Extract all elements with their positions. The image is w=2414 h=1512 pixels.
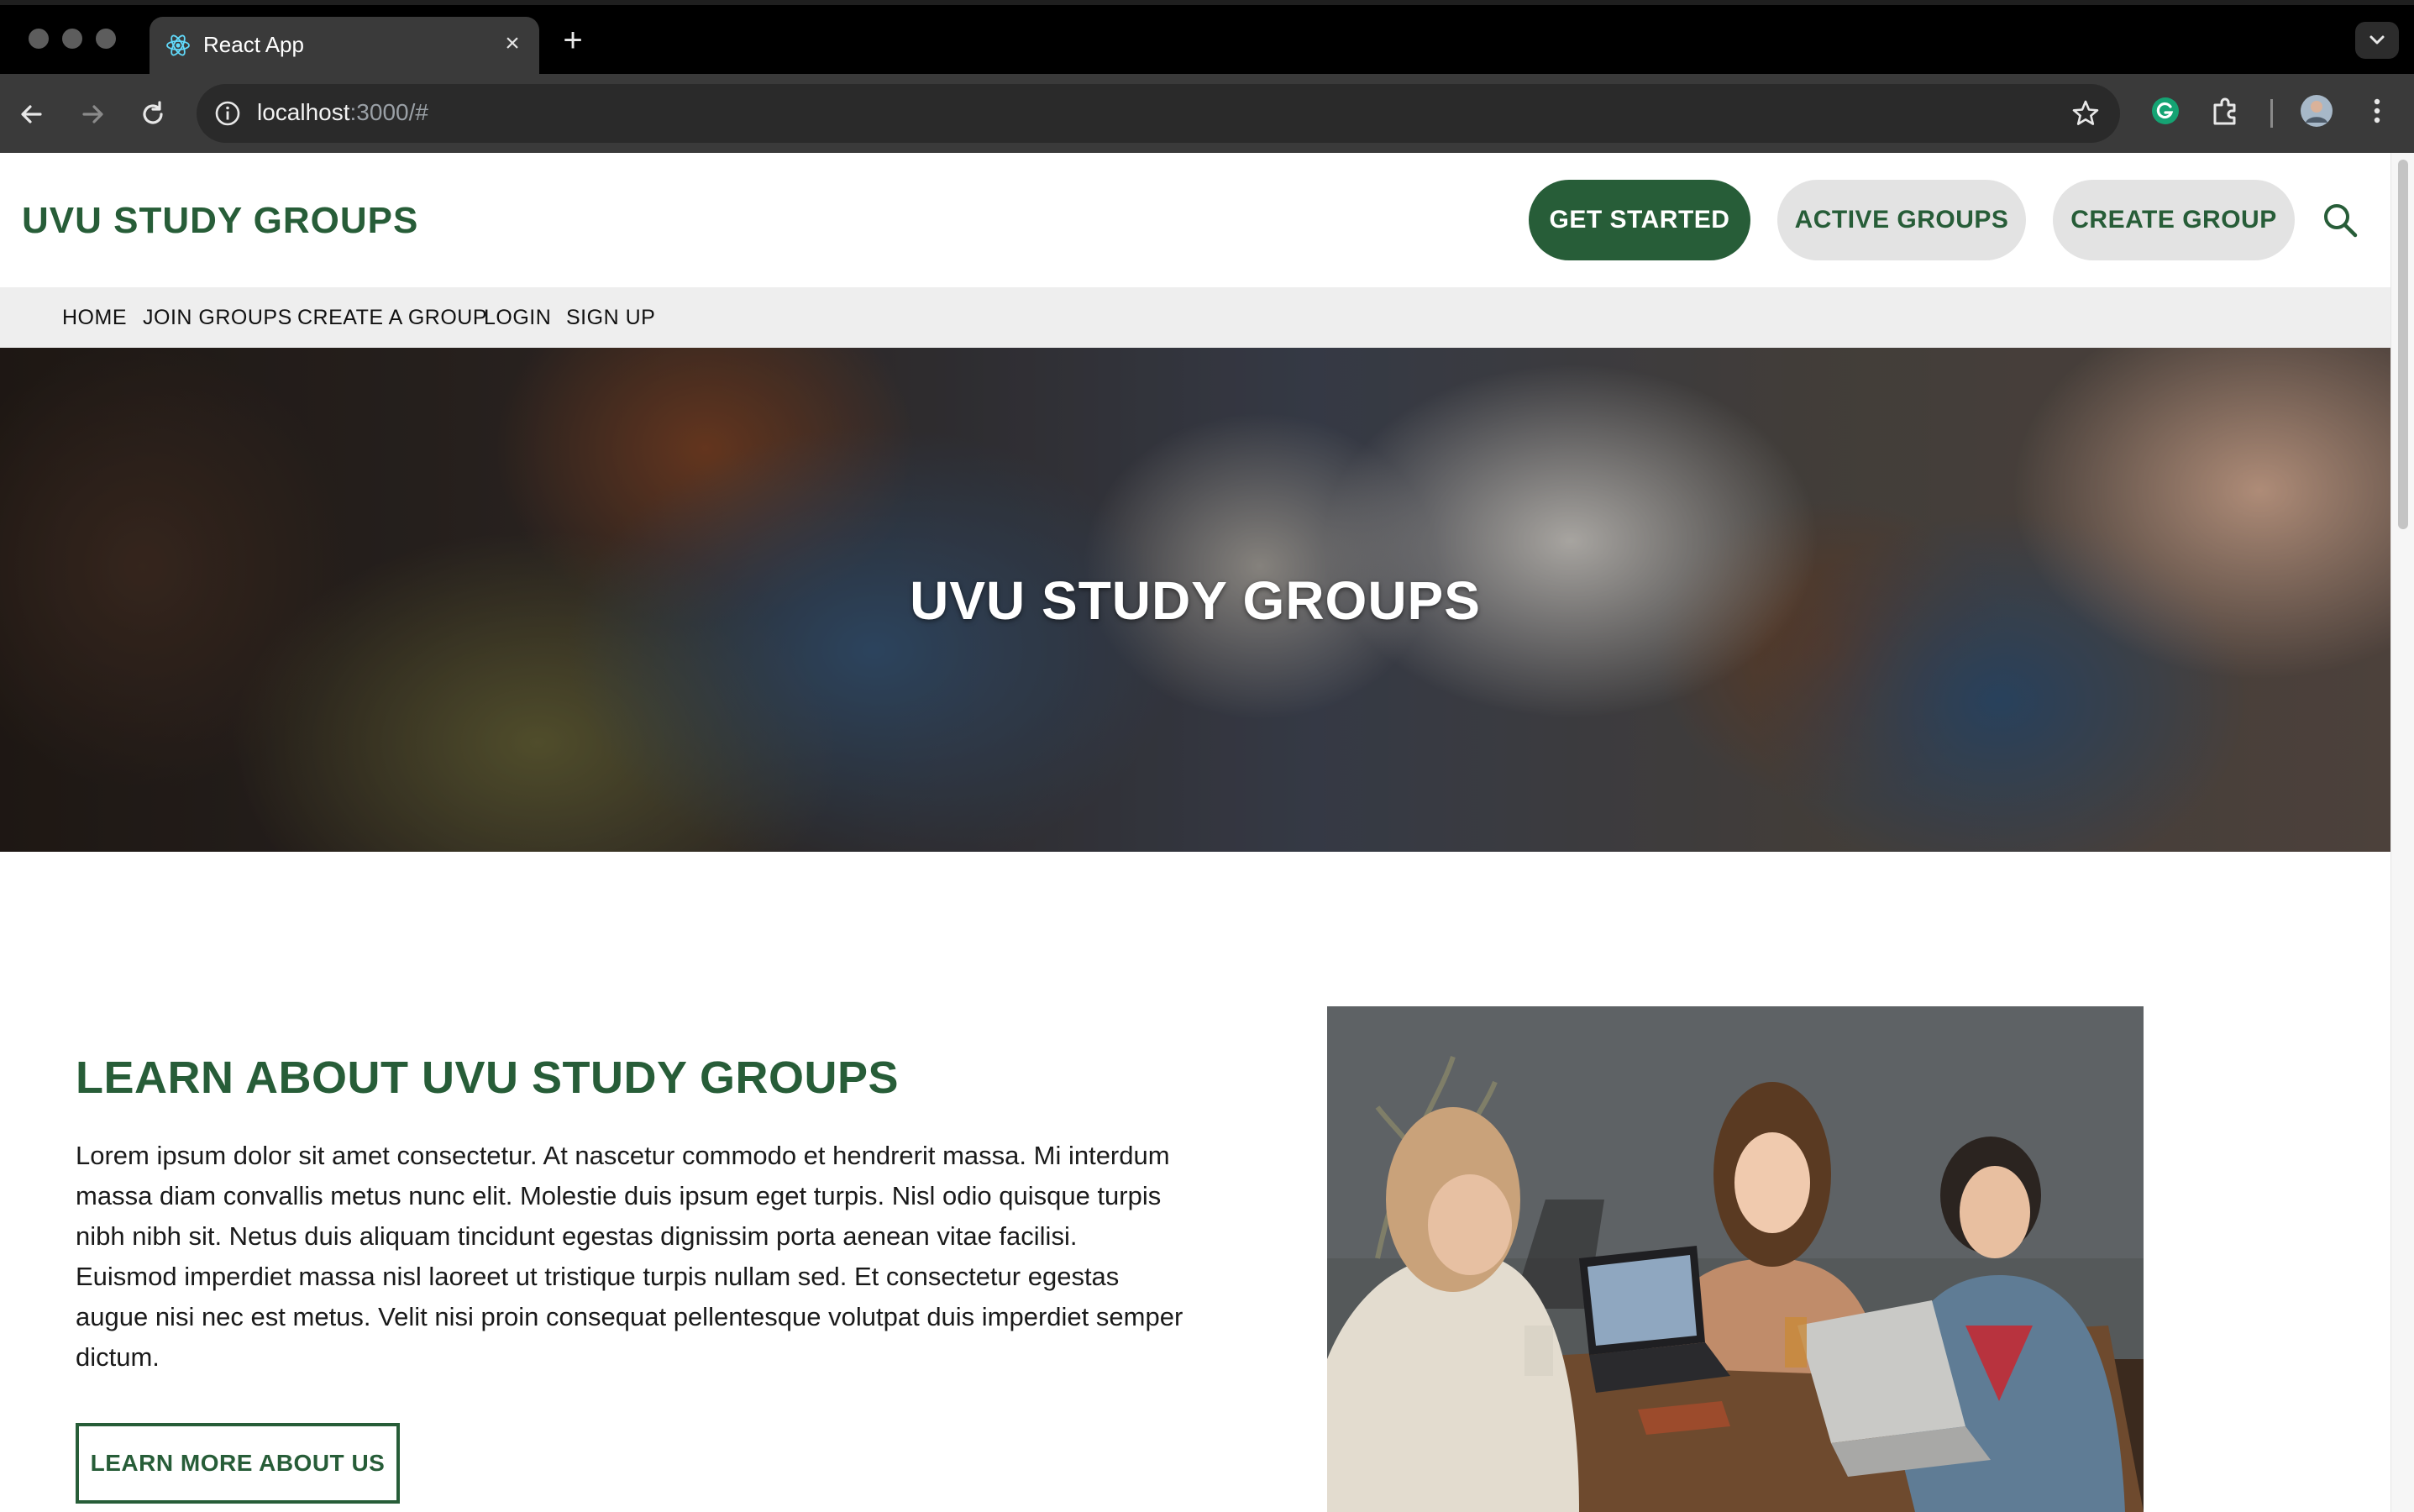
about-heading: LEARN ABOUT UVU STUDY GROUPS bbox=[76, 1053, 900, 1103]
url-path: :3000/# bbox=[349, 99, 428, 125]
toolbar-separator bbox=[2270, 99, 2273, 128]
browser-tab[interactable]: React App × bbox=[150, 17, 539, 74]
nav-join-groups[interactable]: JOIN GROUPS bbox=[143, 306, 292, 330]
plus-icon[interactable]: + bbox=[554, 22, 591, 59]
hero-banner: UVU STUDY GROUPS bbox=[0, 348, 2390, 852]
create-group-button[interactable]: CREATE GROUP bbox=[2053, 180, 2295, 260]
get-started-button[interactable]: GET STARTED bbox=[1529, 180, 1750, 260]
grammarly-icon[interactable] bbox=[2147, 92, 2184, 129]
bookmark-star-icon[interactable] bbox=[2070, 97, 2102, 129]
url-text[interactable]: localhost:3000/# bbox=[257, 99, 428, 126]
search-icon[interactable] bbox=[2320, 200, 2360, 240]
extensions-puzzle-icon[interactable] bbox=[2207, 92, 2244, 129]
nav-home[interactable]: HOME bbox=[62, 306, 127, 330]
info-icon[interactable] bbox=[213, 99, 242, 128]
more-vertical-icon[interactable] bbox=[2359, 92, 2396, 129]
tab-strip-topline bbox=[0, 0, 2414, 5]
profile-avatar-icon[interactable] bbox=[2298, 92, 2335, 129]
study-group-photo bbox=[1327, 1006, 2144, 1512]
chevron-down-icon bbox=[2369, 35, 2385, 45]
window-zoom-dot[interactable] bbox=[96, 29, 116, 49]
page-viewport: UVU STUDY GROUPS GET STARTED ACTIVE GROU… bbox=[0, 153, 2390, 1512]
nav-login[interactable]: LOGIN bbox=[484, 306, 551, 330]
window-minimize-dot[interactable] bbox=[62, 29, 82, 49]
active-groups-button[interactable]: ACTIVE GROUPS bbox=[1777, 180, 2026, 260]
back-arrow-icon[interactable] bbox=[15, 97, 49, 131]
forward-arrow-icon[interactable] bbox=[76, 97, 109, 131]
learn-more-button[interactable]: LEARN MORE ABOUT US bbox=[76, 1423, 400, 1504]
window-close-dot[interactable] bbox=[29, 29, 49, 49]
react-logo-icon bbox=[166, 34, 190, 56]
page-scrollbar[interactable] bbox=[2390, 153, 2414, 1512]
address-bar[interactable]: localhost:3000/# bbox=[197, 84, 2120, 143]
browser-tab-strip: React App × + bbox=[0, 0, 2414, 74]
site-header: UVU STUDY GROUPS GET STARTED ACTIVE GROU… bbox=[0, 153, 2390, 287]
study-group-illustration bbox=[1327, 1006, 2144, 1512]
browser-toolbar: localhost:3000/# bbox=[0, 74, 2414, 153]
reload-icon[interactable] bbox=[136, 97, 170, 131]
hero-title: UVU STUDY GROUPS bbox=[910, 570, 1481, 631]
nav-sign-up[interactable]: SIGN UP bbox=[566, 306, 655, 330]
tab-title: React App bbox=[203, 32, 304, 57]
close-icon[interactable]: × bbox=[497, 29, 527, 59]
scrollbar-thumb[interactable] bbox=[2398, 160, 2408, 529]
nav-create-a-group[interactable]: CREATE A GROUP bbox=[297, 306, 487, 330]
tab-search-button[interactable] bbox=[2355, 22, 2399, 59]
site-brand[interactable]: UVU STUDY GROUPS bbox=[22, 200, 418, 242]
about-paragraph: Lorem ipsum dolor sit amet consectetur. … bbox=[76, 1141, 1183, 1372]
url-host: localhost bbox=[257, 99, 350, 125]
secondary-nav: HOME JOIN GROUPS CREATE A GROUP LOGIN SI… bbox=[0, 287, 2390, 348]
